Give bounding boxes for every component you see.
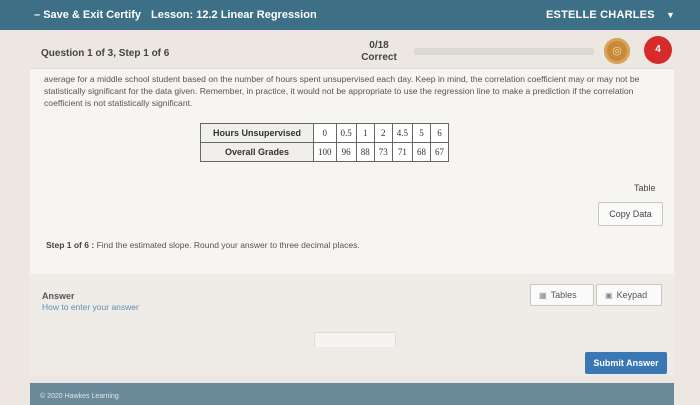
answer-label: Answer bbox=[42, 291, 75, 301]
question-header: Question 1 of 3, Step 1 of 6 0/18 Correc… bbox=[30, 36, 672, 68]
table-cell: 5 bbox=[412, 123, 431, 143]
table-cell: 100 bbox=[313, 142, 337, 162]
user-menu[interactable]: ESTELLE CHARLES bbox=[546, 9, 655, 21]
question-panel: average for a middle school student base… bbox=[30, 68, 674, 376]
back-arrow-icon: – bbox=[34, 9, 41, 21]
answer-input[interactable] bbox=[314, 332, 396, 347]
step-text: Find the estimated slope. Round your ans… bbox=[96, 240, 360, 250]
table-cell: 73 bbox=[373, 142, 393, 162]
answer-area: Answer How to enter your answer ▦ Tables … bbox=[30, 274, 674, 376]
save-exit-button[interactable]: – Save & Exit Certify bbox=[34, 9, 141, 21]
table-cell: 88 bbox=[355, 142, 375, 162]
row-header: Overall Grades bbox=[200, 142, 314, 162]
lesson-title: Lesson: 12.2 Linear Regression bbox=[151, 9, 317, 21]
table-cell: 1 bbox=[355, 123, 375, 143]
score-value: 0/18 bbox=[369, 40, 389, 51]
score-display: 0/18 Correct bbox=[354, 40, 404, 64]
row-header: Hours Unsupervised bbox=[200, 123, 314, 143]
question-label: Question 1 of 3, Step 1 of 6 bbox=[41, 48, 170, 59]
table-cell: 71 bbox=[391, 142, 414, 162]
progress-bar bbox=[414, 48, 594, 55]
data-table: Hours Unsupervised 0 0.5 1 2 4.5 5 6 Ove… bbox=[200, 123, 449, 162]
table-cell: 67 bbox=[430, 142, 449, 162]
table-cell: 6 bbox=[430, 123, 449, 143]
keypad-button[interactable]: ▣ Keypad bbox=[596, 284, 662, 306]
table-link[interactable]: Table bbox=[634, 183, 656, 193]
footer: © 2020 Hawkes Learning bbox=[30, 383, 674, 405]
submit-answer-button[interactable]: Submit Answer bbox=[585, 352, 667, 374]
table-cell: 68 bbox=[412, 142, 431, 162]
table-cell: 0 bbox=[313, 123, 337, 143]
top-bar: – Save & Exit Certify Lesson: 12.2 Linea… bbox=[0, 0, 700, 30]
step-instruction: Step 1 of 6 : Find the estimated slope. … bbox=[46, 240, 360, 250]
table-row: Overall Grades 100 96 88 73 71 68 67 bbox=[200, 142, 449, 162]
table-cell: 96 bbox=[335, 142, 357, 162]
copyright-text: © 2020 Hawkes Learning bbox=[40, 393, 119, 400]
step-prefix: Step 1 of 6 : bbox=[46, 240, 95, 250]
question-description: average for a middle school student base… bbox=[44, 74, 640, 108]
keypad-icon: ▣ bbox=[605, 291, 613, 300]
table-cell: 4.5 bbox=[391, 123, 414, 143]
chevron-down-icon[interactable]: ▼ bbox=[666, 10, 675, 20]
table-row: Hours Unsupervised 0 0.5 1 2 4.5 5 6 bbox=[200, 123, 449, 143]
table-cell: 0.5 bbox=[335, 123, 357, 143]
coin-icon: ◎ bbox=[604, 38, 630, 64]
score-status: Correct bbox=[361, 52, 397, 63]
table-cell: 2 bbox=[373, 123, 393, 143]
how-to-enter-link[interactable]: How to enter your answer bbox=[42, 302, 139, 312]
copy-data-button[interactable]: Copy Data bbox=[598, 202, 663, 226]
table-icon: ▦ bbox=[539, 291, 547, 300]
heart-lives-icon: 4 bbox=[644, 36, 672, 64]
tables-button[interactable]: ▦ Tables bbox=[530, 284, 594, 306]
